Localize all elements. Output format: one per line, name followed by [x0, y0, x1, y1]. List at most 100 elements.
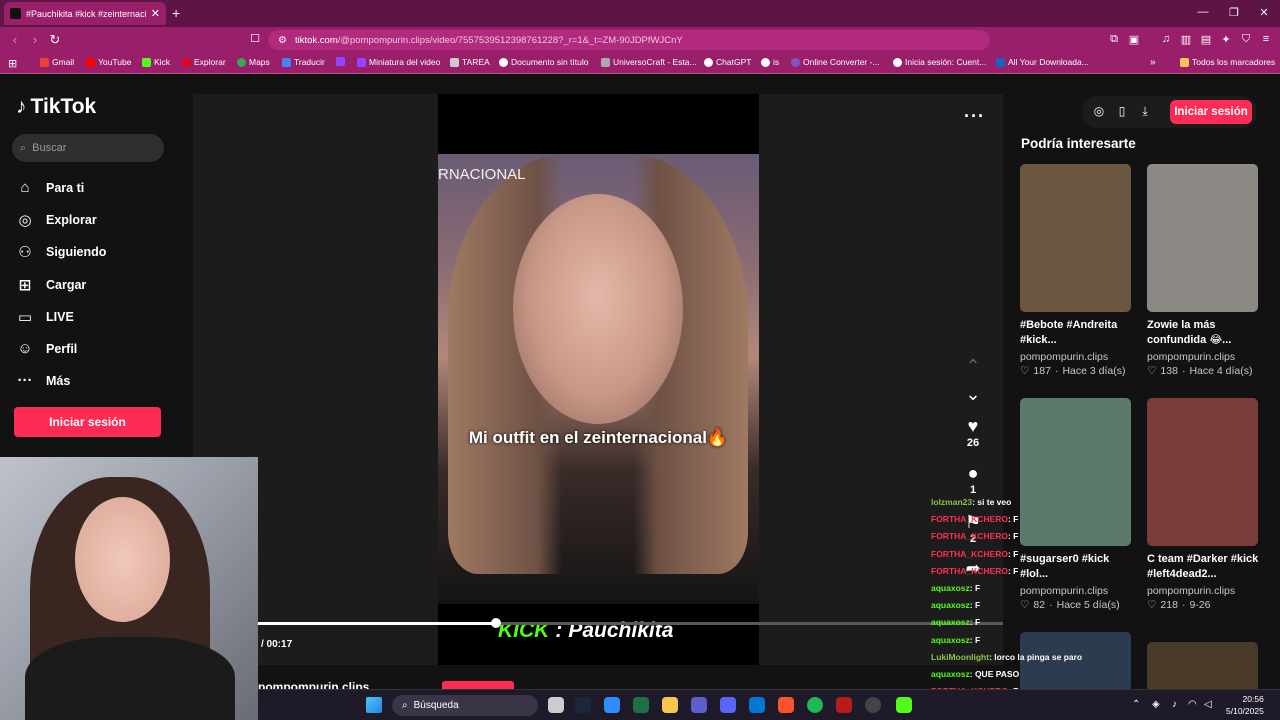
video-card-likes: 138 [1160, 365, 1178, 377]
bookmark-unnamed[interactable] [336, 57, 345, 66]
login-button-top[interactable]: Iniciar sesión [1170, 100, 1252, 124]
tiktok-logo[interactable]: ♪ TikTok [16, 95, 96, 119]
video-frame[interactable]: RNACIONAL Mi outfit en el zeinternaciona… [438, 94, 759, 665]
teams-icon[interactable] [691, 697, 707, 713]
restore-icon[interactable]: ❐ [1224, 6, 1244, 19]
phone-icon[interactable]: ▯ [1114, 104, 1130, 118]
previous-video-icon[interactable]: ⌃ [955, 356, 991, 377]
next-video-icon[interactable]: ⌄ [955, 384, 991, 405]
taskbar-search[interactable]: ⌕ Búsqueda [392, 695, 538, 716]
close-window-icon[interactable]: ✕ [1254, 6, 1274, 19]
video-face-shape [513, 194, 683, 424]
tray-chevron-icon[interactable]: ⌃ [1132, 699, 1140, 710]
sidebar-item-para-ti[interactable]: ⌂ Para ti [16, 179, 84, 196]
bookmarks-folder[interactable]: Todos los marcadores [1180, 57, 1275, 67]
bookmark-kick[interactable]: Kick [142, 57, 170, 67]
recommended-video-card[interactable]: C team #Darker #kick #left4dead2... pomp… [1147, 398, 1262, 611]
copilot-icon[interactable] [604, 697, 620, 713]
video-thumbnail[interactable] [1020, 164, 1131, 312]
recommended-video-card[interactable]: #Bebote #Andreita #kick... pompompurin.c… [1020, 164, 1135, 377]
bookmark-is[interactable]: is [761, 57, 779, 67]
comment-button[interactable]: ● 1 [955, 463, 991, 496]
reload-icon[interactable]: ↻ [46, 32, 64, 48]
wallet-icon[interactable]: ▤ [1198, 33, 1214, 46]
active-tab[interactable]: #Pauchikita #kick #zeinternacional ✕ [4, 2, 166, 25]
video-thumbnail[interactable] [1147, 398, 1258, 546]
spotify-icon[interactable] [807, 697, 823, 713]
minimize-icon[interactable]: — [1193, 6, 1213, 18]
download-icon[interactable]: ⤓ [1137, 104, 1153, 119]
video-time: / 00:17 [261, 639, 293, 650]
app-icon[interactable] [836, 697, 852, 713]
mic-icon[interactable]: ♪ [1172, 699, 1177, 710]
bookmark-miniatura[interactable]: Miniatura del video [357, 57, 440, 67]
video-player[interactable]: RNACIONAL Mi outfit en el zeinternaciona… [193, 94, 1003, 665]
wifi-icon[interactable]: ◠ [1188, 699, 1197, 710]
shield-icon[interactable]: ⛉ [1238, 33, 1254, 46]
more-options-icon[interactable]: ··· [964, 106, 985, 127]
taskbar-clock[interactable]: 20:56 5/10/2025 [1226, 693, 1264, 717]
menu-icon[interactable]: ≡ [1258, 33, 1274, 45]
ai-icon[interactable]: ✦ [1218, 33, 1234, 46]
windows-start-icon[interactable] [366, 697, 382, 713]
bookmark-chatgpt[interactable]: ChatGPT [704, 57, 751, 67]
video-thumbnail[interactable] [1147, 164, 1258, 312]
more-icon: ··· [17, 372, 33, 389]
sidebar-item-mas[interactable]: ··· Más [16, 372, 71, 389]
bookmark-universocraft[interactable]: UniversoCraft - Esta... [601, 57, 697, 67]
video-card-author: pompompurin.clips [1147, 585, 1236, 597]
bookmark-traducir[interactable]: Traducir [282, 57, 325, 67]
discord-icon[interactable] [720, 697, 736, 713]
excel-icon[interactable] [633, 697, 649, 713]
bookmark-documento[interactable]: Documento sin título [499, 57, 588, 67]
sidebar-item-siguiendo[interactable]: ⚇ Siguiendo [16, 243, 106, 261]
sidebar-item-label: Siguiendo [46, 245, 107, 259]
url-bar[interactable]: ⚙ tiktok.com /@pompompurin.clips/video/7… [268, 30, 990, 50]
brave-icon[interactable] [778, 697, 794, 713]
bookmark-inicia-sesion[interactable]: Inicia sesión: Cuent... [893, 57, 986, 67]
bookmark-explorar[interactable]: Explorar [182, 57, 226, 67]
kick-app-icon[interactable] [896, 697, 912, 713]
bookmark-maps[interactable]: Maps [237, 57, 270, 67]
home-icon: ⌂ [20, 179, 30, 196]
obs-icon[interactable] [865, 697, 881, 713]
follow-button[interactable] [442, 681, 514, 689]
close-tab-icon[interactable]: ✕ [151, 7, 160, 20]
login-button-sidebar[interactable]: Iniciar sesión [14, 407, 161, 437]
new-tab-icon[interactable]: + [172, 5, 180, 21]
music-icon[interactable]: ♫ [1158, 33, 1174, 45]
sidebar-toggle-icon[interactable]: ▥ [1178, 33, 1194, 46]
video-thumbnail[interactable] [1147, 642, 1258, 692]
tray-app-icon[interactable]: ◈ [1152, 699, 1160, 710]
bookmark-youtube[interactable]: YouTube [86, 57, 131, 67]
apps-icon[interactable]: ⊞ [8, 57, 17, 70]
coin-icon[interactable]: ◎ [1091, 104, 1107, 118]
search-input[interactable]: ⌕ Buscar [12, 134, 164, 162]
recommended-video-card[interactable]: Zowie la más confundida 😂... pompompurin… [1147, 164, 1262, 377]
extensions-icon[interactable]: ⧉ [1106, 33, 1122, 46]
like-count: 26 [966, 437, 980, 449]
bookmark-icon[interactable]: ☐ [246, 32, 264, 45]
sidebar-item-cargar[interactable]: ⊞ Cargar [16, 276, 87, 294]
bookmark-tarea[interactable]: TAREA [450, 57, 490, 67]
back-icon[interactable]: ‹ [6, 32, 24, 47]
sidebar-item-explorar[interactable]: ◎ Explorar [16, 211, 96, 229]
screenshot-icon[interactable]: ▣ [1126, 33, 1142, 46]
chat-message: FORTHA_KCHERO: F [931, 514, 1018, 524]
sidebar-item-perfil[interactable]: ☺ Perfil [16, 340, 77, 357]
bookmark-gmail[interactable]: Gmail [40, 57, 74, 67]
forward-icon[interactable]: › [26, 32, 44, 47]
like-button[interactable]: ♥ 26 [955, 416, 991, 449]
heart-icon: ♡ [1020, 365, 1030, 377]
steam-icon[interactable] [575, 697, 591, 713]
volume-icon[interactable]: ◁ [1204, 699, 1212, 710]
bookmark-downloads[interactable]: All Your Downloada... [996, 57, 1089, 67]
outlook-icon[interactable] [749, 697, 765, 713]
more-bookmarks-icon[interactable]: » [1150, 57, 1156, 68]
sidebar-item-live[interactable]: ▭ LIVE [16, 308, 74, 326]
site-settings-icon[interactable]: ⚙ [278, 35, 287, 46]
task-view-icon[interactable] [548, 697, 564, 713]
bookmark-online-converter[interactable]: Online Converter -... [791, 57, 880, 67]
video-progress-bar[interactable] [258, 618, 1003, 628]
file-explorer-icon[interactable] [662, 697, 678, 713]
